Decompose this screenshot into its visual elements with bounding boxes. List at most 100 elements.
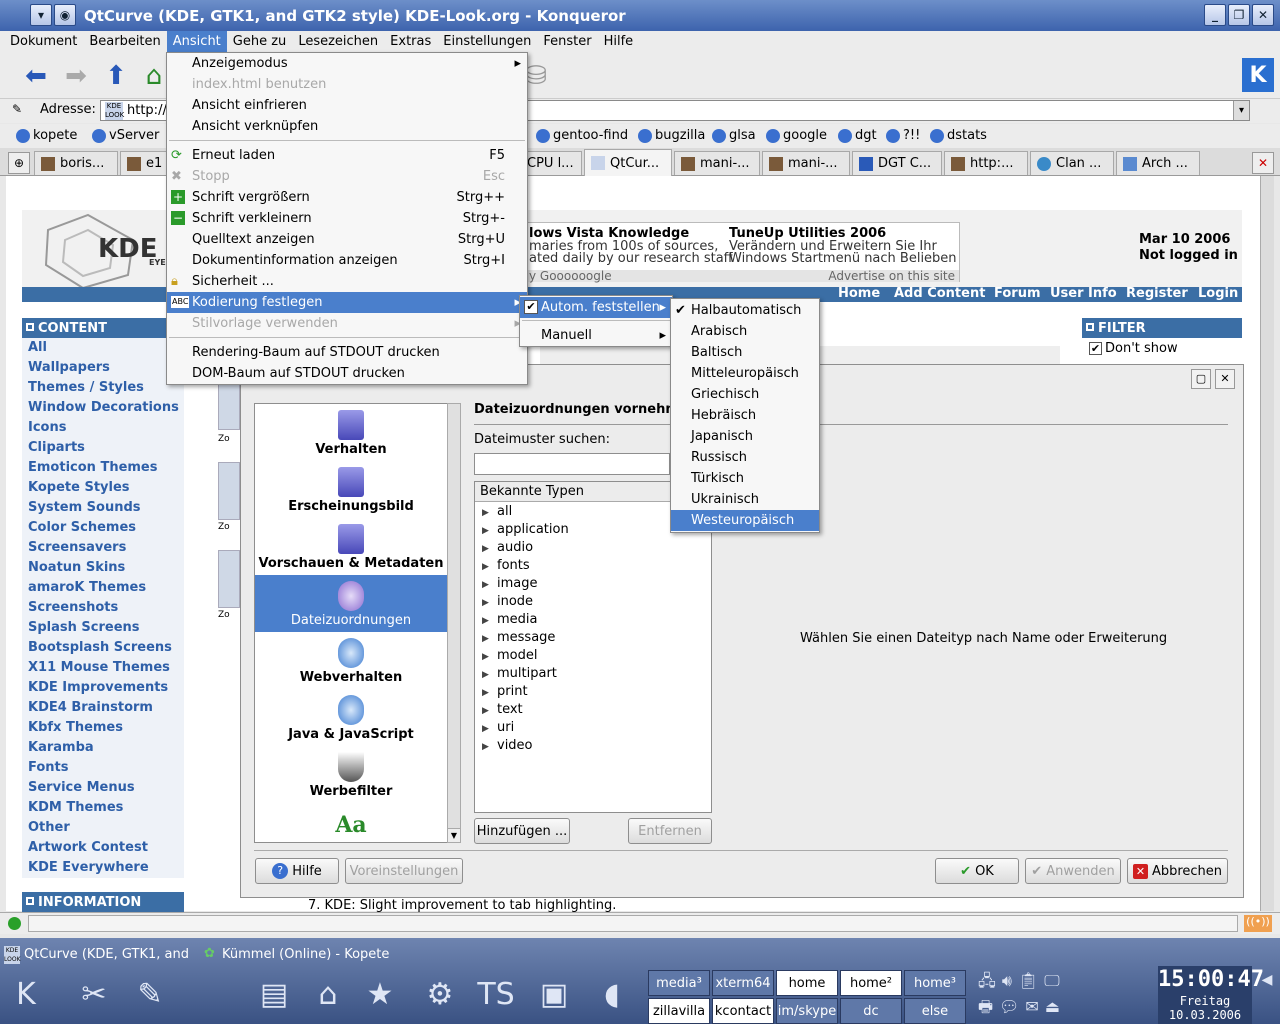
expand-icon[interactable]: ▶ bbox=[482, 684, 490, 702]
expand-icon[interactable]: ▶ bbox=[482, 648, 490, 666]
tray-volume-icon[interactable]: 🔊︎ bbox=[1002, 971, 1018, 990]
type-model[interactable]: ▶ model bbox=[482, 647, 537, 665]
menu-item-tuerkisch[interactable]: Türkisch bbox=[671, 468, 819, 489]
type-multipart[interactable]: ▶ multipart bbox=[482, 665, 557, 683]
bookmark-google[interactable]: google bbox=[766, 128, 827, 143]
defaults-button[interactable]: Voreinstellungen bbox=[345, 858, 463, 884]
type-all[interactable]: ▶ all bbox=[482, 503, 512, 521]
bookmark-vserver[interactable]: vServer bbox=[92, 128, 159, 143]
type-media[interactable]: ▶ media bbox=[482, 611, 538, 629]
menu-bearbeiten[interactable]: Bearbeiten bbox=[83, 31, 166, 53]
category-other[interactable]: Other bbox=[22, 818, 184, 838]
help-button[interactable]: ? Hilfe bbox=[255, 858, 339, 884]
menu-lesezeichen[interactable]: Lesezeichen bbox=[292, 31, 384, 53]
desktop-dc[interactable]: dc bbox=[840, 998, 902, 1024]
zoom-link[interactable]: Zo bbox=[218, 522, 230, 532]
google-ad-box[interactable]: lows Vista Knowledge maries from 100s of… bbox=[520, 222, 960, 283]
up-icon[interactable]: ⬆ bbox=[100, 60, 132, 92]
menu-item-stopp[interactable]: ✖ Stopp Esc bbox=[167, 166, 527, 187]
menu-item-sicherheit[interactable]: 🔒︎ Sicherheit ... bbox=[167, 271, 527, 292]
section-webverhalten[interactable]: Webverhalten bbox=[255, 632, 447, 689]
menu-item-westeuropaeisch[interactable]: Westeuropäisch bbox=[671, 510, 819, 531]
zoom-link[interactable]: Zo bbox=[218, 610, 230, 620]
menu-item-dom-baum[interactable]: DOM-Baum auf STDOUT drucken bbox=[167, 363, 527, 384]
window-menu-button[interactable]: ▾ bbox=[30, 4, 52, 26]
menu-gehe-zu[interactable]: Gehe zu bbox=[227, 31, 293, 53]
filter-checkbox[interactable]: ✔ bbox=[1089, 342, 1102, 355]
tab-boris[interactable]: boris... bbox=[34, 151, 118, 175]
expand-icon[interactable]: ▶ bbox=[482, 594, 490, 612]
nav-register[interactable]: Register bbox=[1126, 286, 1188, 301]
menu-item-russisch[interactable]: Russisch bbox=[671, 447, 819, 468]
category-all[interactable]: All bbox=[22, 338, 184, 358]
category-kbfx-themes[interactable]: Kbfx Themes bbox=[22, 718, 184, 738]
menu-item-anzeigemodus[interactable]: Anzeigemodus ▸ bbox=[167, 53, 527, 74]
tab-http[interactable]: http:... bbox=[944, 151, 1028, 175]
expand-icon[interactable]: ▶ bbox=[482, 738, 490, 756]
tools-icon[interactable]: ✂ bbox=[72, 972, 116, 1016]
category-amarok-themes[interactable]: amaroK Themes bbox=[22, 578, 184, 598]
terminal-icon[interactable]: TS bbox=[474, 972, 518, 1016]
category-service-menus[interactable]: Service Menus bbox=[22, 778, 184, 798]
igloo-icon[interactable]: ⌂ bbox=[306, 972, 350, 1016]
menu-item-ukrainisch[interactable]: Ukrainisch bbox=[671, 489, 819, 510]
tab-e1[interactable]: e1 bbox=[120, 151, 168, 175]
system-tray[interactable]: 🖧︎🔊︎📋︎🖵︎ 🖶︎💬︎✉︎⏏︎ bbox=[978, 968, 1150, 1022]
category-kde4-brainstorm[interactable]: KDE4 Brainstorm bbox=[22, 698, 184, 718]
section-java-javascript[interactable]: Java & JavaScript bbox=[255, 689, 447, 746]
search-input[interactable] bbox=[474, 453, 670, 475]
expand-icon[interactable]: ▶ bbox=[482, 576, 490, 594]
category-icons[interactable]: Icons bbox=[22, 418, 184, 438]
tab-cpu[interactable]: CPU l... bbox=[520, 151, 582, 175]
sticky-button[interactable]: ◉ bbox=[54, 4, 76, 26]
close-button[interactable]: ✕ bbox=[1252, 4, 1274, 26]
type-fonts[interactable]: ▶ fonts bbox=[482, 557, 530, 575]
type-inode[interactable]: ▶ inode bbox=[482, 593, 533, 611]
nav-forum[interactable]: Forum bbox=[994, 286, 1041, 301]
section-erscheinungsbild[interactable]: Erscheinungsbild bbox=[255, 461, 447, 518]
back-icon[interactable]: ⬅ bbox=[20, 60, 52, 92]
expand-icon[interactable]: ▶ bbox=[482, 720, 490, 738]
menu-fenster[interactable]: Fenster bbox=[537, 31, 597, 53]
menu-item-hebraeisch[interactable]: Hebräisch bbox=[671, 405, 819, 426]
tray-network-icon[interactable]: 🖧︎ bbox=[978, 971, 1002, 990]
type-uri[interactable]: ▶ uri bbox=[482, 719, 514, 737]
category-bootsplash-screens[interactable]: Bootsplash Screens bbox=[22, 638, 184, 658]
category-kde-improvements[interactable]: KDE Improvements bbox=[22, 678, 184, 698]
menu-item-stilvorlage[interactable]: Stilvorlage verwenden ▸ bbox=[167, 313, 527, 334]
cancel-button[interactable]: ✕ Abbrechen bbox=[1127, 858, 1228, 884]
minimize-button[interactable]: _ bbox=[1204, 4, 1226, 26]
tab-mani-1[interactable]: mani-... bbox=[674, 151, 760, 175]
menu-item-halbautomatisch[interactable]: ✔ Halbautomatisch bbox=[671, 300, 819, 321]
tray-chat-icon[interactable]: 💬︎ bbox=[999, 997, 1025, 1016]
tray-mail-icon[interactable]: ✉︎ bbox=[1025, 997, 1044, 1016]
category-kopete-styles[interactable]: Kopete Styles bbox=[22, 478, 184, 498]
desktop-im-skype[interactable]: im/skype bbox=[776, 998, 838, 1024]
menu-item-autom-feststellen[interactable]: ✔ Autom. feststellen ▸ bbox=[520, 297, 672, 318]
section-dateizuordnungen[interactable]: Dateizuordnungen bbox=[255, 575, 447, 632]
page-scrollbar[interactable] bbox=[1260, 176, 1274, 911]
category-kdm-themes[interactable]: KDM Themes bbox=[22, 798, 184, 818]
section-fonts[interactable]: Aa bbox=[255, 804, 447, 842]
section-werbefilter[interactable]: Werbefilter bbox=[255, 746, 447, 803]
desktop-home2[interactable]: home² bbox=[840, 970, 902, 996]
menu-item-dokumentinformation[interactable]: Dokumentinformation anzeigen Strg+I bbox=[167, 250, 527, 271]
clear-location-icon[interactable]: ✎ bbox=[12, 102, 22, 116]
type-text[interactable]: ▶ text bbox=[482, 701, 523, 719]
add-type-button[interactable]: Hinzufügen ... bbox=[474, 818, 570, 844]
category-karamba[interactable]: Karamba bbox=[22, 738, 184, 758]
desktop-zillavilla[interactable]: zillavilla bbox=[648, 998, 710, 1024]
kde-look-logo[interactable]: KDE EYE bbox=[38, 210, 166, 290]
menu-item-arabisch[interactable]: Arabisch bbox=[671, 321, 819, 342]
task-kopete[interactable]: Kümmel (Online) - Kopete bbox=[222, 947, 389, 962]
tray-printer-icon[interactable]: 🖶︎ bbox=[978, 997, 999, 1016]
desktop-kcontact[interactable]: kcontact bbox=[712, 998, 774, 1024]
dialog-maximize-icon[interactable]: ▢ bbox=[1191, 369, 1211, 389]
tab-mani-2[interactable]: mani-... bbox=[762, 151, 850, 175]
forward-icon[interactable]: ➡ bbox=[60, 60, 92, 92]
expand-icon[interactable]: ▶ bbox=[482, 504, 490, 522]
category-noatun-skins[interactable]: Noatun Skins bbox=[22, 558, 184, 578]
section-verhalten[interactable]: Verhalten bbox=[255, 404, 447, 461]
desktop-xterm64[interactable]: xterm64 bbox=[712, 970, 774, 996]
expand-icon[interactable]: ▶ bbox=[482, 612, 490, 630]
